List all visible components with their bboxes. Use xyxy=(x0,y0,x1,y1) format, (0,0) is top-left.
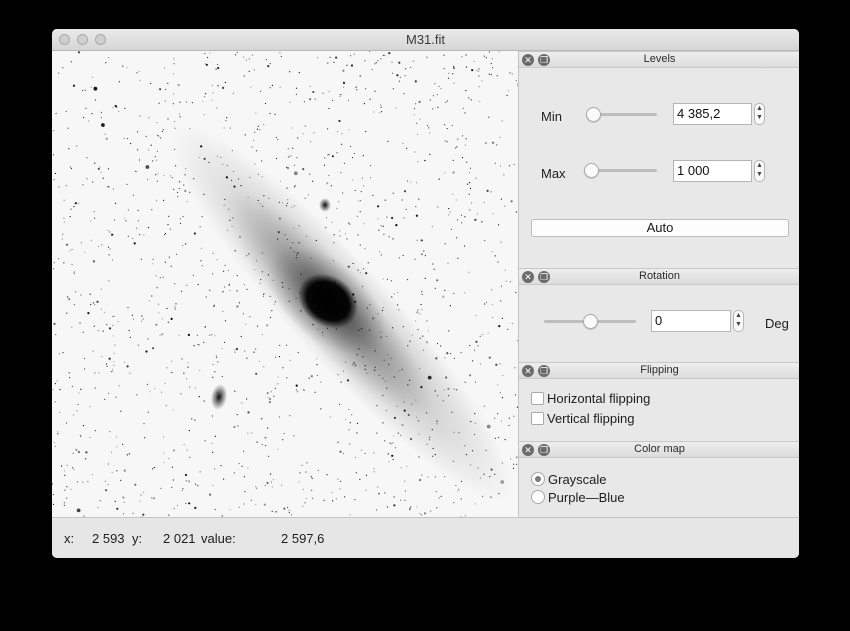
flipping-title: Flipping xyxy=(640,364,679,376)
y-value: 2 021 xyxy=(163,531,196,546)
rotation-dock-header[interactable]: ✕ ❐ Rotation xyxy=(519,268,799,285)
vertical-flipping-checkbox[interactable] xyxy=(531,412,544,425)
horizontal-flipping-checkbox[interactable] xyxy=(531,392,544,405)
max-stepper[interactable]: ▲ ▼ xyxy=(754,160,765,182)
side-panel: ✕ ❐ Levels Min 4 385,2 ▲ ▼ Max 1 000 ▲ ▼ A… xyxy=(518,51,799,517)
vertical-flipping-label[interactable]: Vertical flipping xyxy=(547,411,634,426)
rotation-stepper[interactable]: ▲ ▼ xyxy=(733,310,744,332)
main-window: M31.fit ✕ ❐ Levels Min 4 385,2 ▲ ▼ Max 1… xyxy=(52,29,799,558)
rotation-slider-knob[interactable] xyxy=(583,314,598,329)
pixel-value: 2 597,6 xyxy=(281,531,325,546)
max-input[interactable]: 1 000 xyxy=(673,160,752,182)
x-label: x: xyxy=(64,531,75,546)
grayscale-label[interactable]: Grayscale xyxy=(548,472,607,487)
rotation-title: Rotation xyxy=(639,270,680,282)
degree-label: Deg xyxy=(765,316,789,331)
horizontal-flipping-label[interactable]: Horizontal flipping xyxy=(547,391,650,406)
image-view[interactable] xyxy=(52,51,518,517)
auto-button[interactable]: Auto xyxy=(531,219,789,237)
flipping-dock-header[interactable]: ✕ ❐ Flipping xyxy=(519,362,799,379)
levels-dock-header[interactable]: ✕ ❐ Levels xyxy=(519,51,799,68)
status-bar: x: 2 593 y: 2 021 value: 2 597,6 xyxy=(52,517,799,558)
window-title: M31.fit xyxy=(405,32,445,47)
grayscale-radio[interactable] xyxy=(531,472,545,486)
min-stepper[interactable]: ▲ ▼ xyxy=(754,103,765,125)
colormap-title: Color map xyxy=(634,443,685,455)
rotation-input[interactable]: 0 xyxy=(651,310,731,332)
purple-blue-label[interactable]: Purple—Blue xyxy=(548,490,625,505)
max-label: Max xyxy=(541,166,566,181)
x-value: 2 593 xyxy=(92,531,125,546)
max-slider-knob[interactable] xyxy=(584,163,600,178)
max-slider-track[interactable] xyxy=(590,169,657,172)
min-slider-knob[interactable] xyxy=(586,107,602,122)
min-label: Min xyxy=(541,109,562,124)
min-input[interactable]: 4 385,2 xyxy=(673,103,752,125)
galaxy-image[interactable] xyxy=(52,51,518,517)
y-label: y: xyxy=(132,531,143,546)
value-label: value: xyxy=(201,531,236,546)
purple-blue-radio[interactable] xyxy=(531,490,545,504)
colormap-dock-header[interactable]: ✕ ❐ Color map xyxy=(519,441,799,458)
title-bar: M31.fit xyxy=(52,29,799,51)
levels-title: Levels xyxy=(643,53,676,65)
